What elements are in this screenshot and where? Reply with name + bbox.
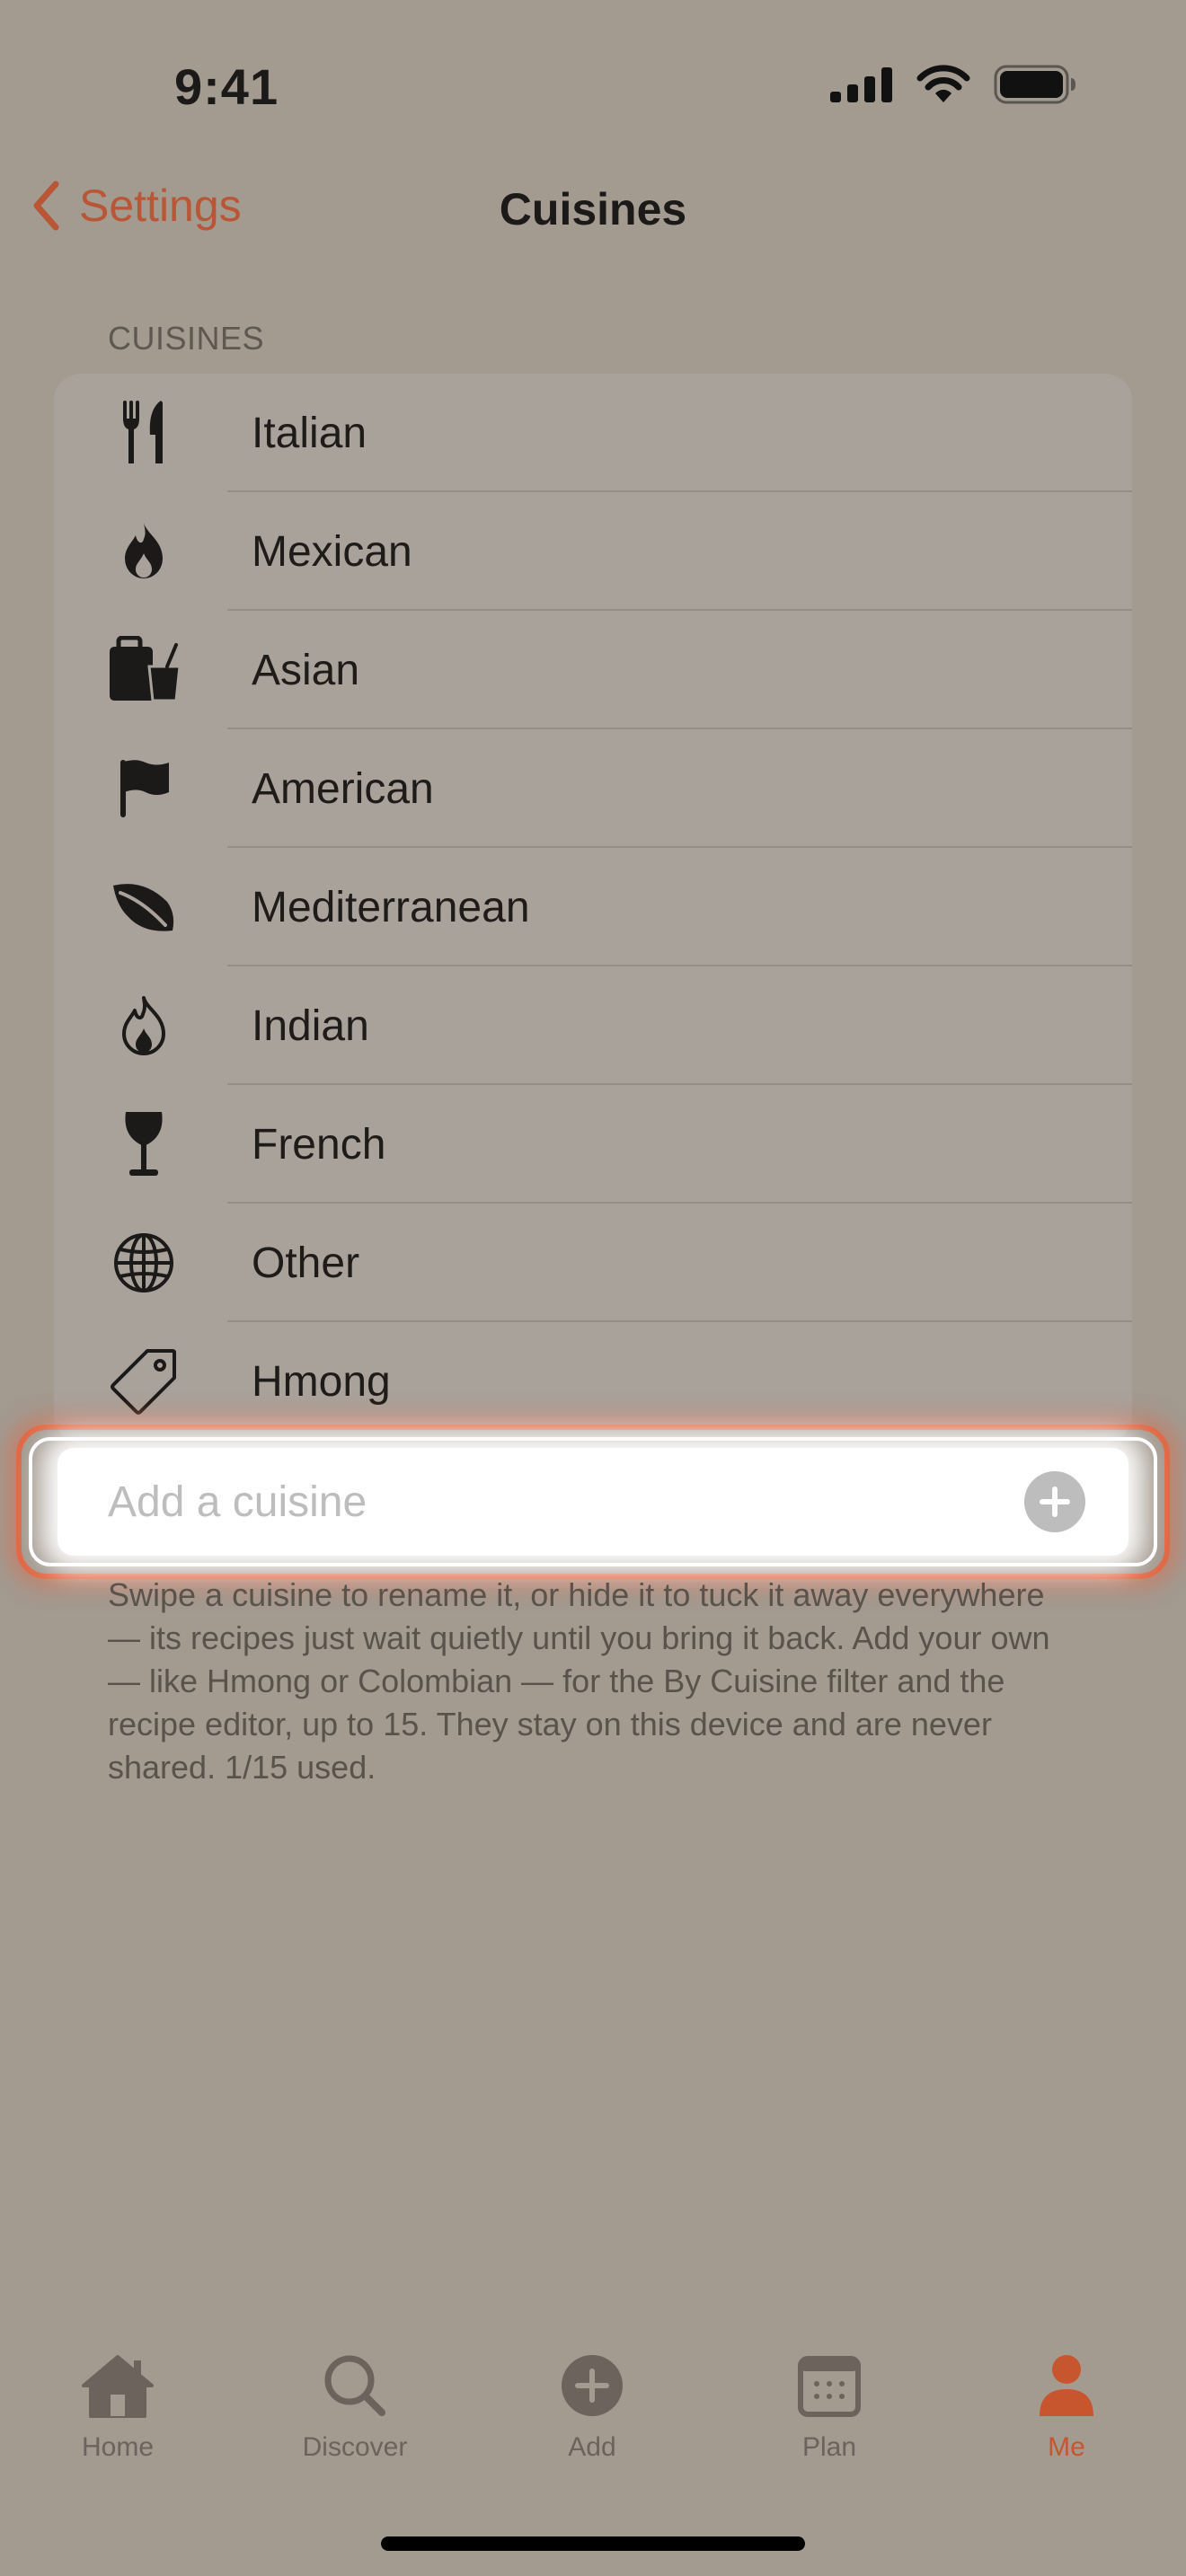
list-item-label: Italian (252, 409, 367, 457)
list-item-hmong[interactable]: Hmong (54, 1322, 1132, 1441)
list-item-asian[interactable]: Asian (54, 611, 1132, 729)
tag-icon (54, 1347, 252, 1416)
calendar-icon (797, 2353, 862, 2418)
tab-label: Add (568, 2432, 616, 2462)
flame-outline-icon (54, 994, 252, 1057)
list-item-french[interactable]: French (54, 1085, 1132, 1204)
plus-icon (1039, 1486, 1071, 1518)
section-footer: Swipe a cuisine to rename it, or hide it… (108, 1576, 1050, 1786)
page-title: Cuisines (499, 184, 687, 234)
wine-glass-icon (54, 1110, 252, 1178)
tab-label: Me (1048, 2432, 1085, 2462)
tab-label: Discover (302, 2432, 408, 2462)
list-item-indian[interactable]: Indian (54, 966, 1132, 1085)
tab-home[interactable]: Home (10, 2353, 226, 2463)
list-item-mediterranean[interactable]: Mediterranean (54, 848, 1132, 966)
status-icons (830, 65, 1076, 104)
fork-knife-icon (54, 401, 252, 465)
tab-me[interactable]: Me (959, 2353, 1174, 2463)
tab-label: Plan (801, 2432, 857, 2462)
list-item-label: Indian (252, 1001, 369, 1050)
magnifier-icon (323, 2353, 387, 2418)
flame-icon (54, 521, 252, 582)
house-icon (80, 2353, 155, 2418)
add-cuisine-row (58, 1448, 1128, 1556)
list-item-mexican[interactable]: Mexican (54, 492, 1132, 611)
globe-icon (54, 1231, 252, 1294)
tab-plan[interactable]: Plan (721, 2353, 937, 2463)
leaf-icon (54, 880, 252, 934)
tab-add[interactable]: Add (484, 2353, 700, 2463)
home-indicator (381, 2536, 805, 2551)
list-item-label: Other (252, 1239, 360, 1287)
tab-discover[interactable]: Discover (247, 2353, 463, 2463)
section-header: CUISINES (108, 320, 265, 357)
cuisine-list: Italian Mexican Asian American Mediterra… (54, 374, 1132, 1442)
plus-circle-icon (560, 2353, 624, 2418)
battery-icon (994, 65, 1076, 104)
list-item-american[interactable]: American (54, 729, 1132, 848)
cellular-signal-icon (830, 66, 893, 102)
person-icon (1036, 2353, 1097, 2418)
list-item-italian[interactable]: Italian (54, 374, 1132, 492)
add-cuisine-input[interactable] (108, 1477, 1024, 1527)
add-cuisine-button[interactable] (1024, 1471, 1085, 1532)
wifi-icon (916, 65, 970, 104)
tab-label: Home (81, 2432, 155, 2462)
list-item-label: Hmong (252, 1357, 391, 1406)
status-time: 9:41 (174, 58, 279, 115)
list-item-label: Mediterranean (252, 883, 530, 931)
list-item-label: Mexican (252, 527, 412, 576)
list-item-other[interactable]: Other (54, 1204, 1132, 1322)
flag-icon (54, 758, 252, 819)
list-item-label: French (252, 1120, 386, 1169)
tab-bar: Home Discover Add Plan Me (0, 2353, 1186, 2488)
list-item-label: American (252, 764, 434, 813)
list-item-label: Asian (252, 646, 360, 694)
takeout-bag-cup-icon (54, 636, 252, 704)
